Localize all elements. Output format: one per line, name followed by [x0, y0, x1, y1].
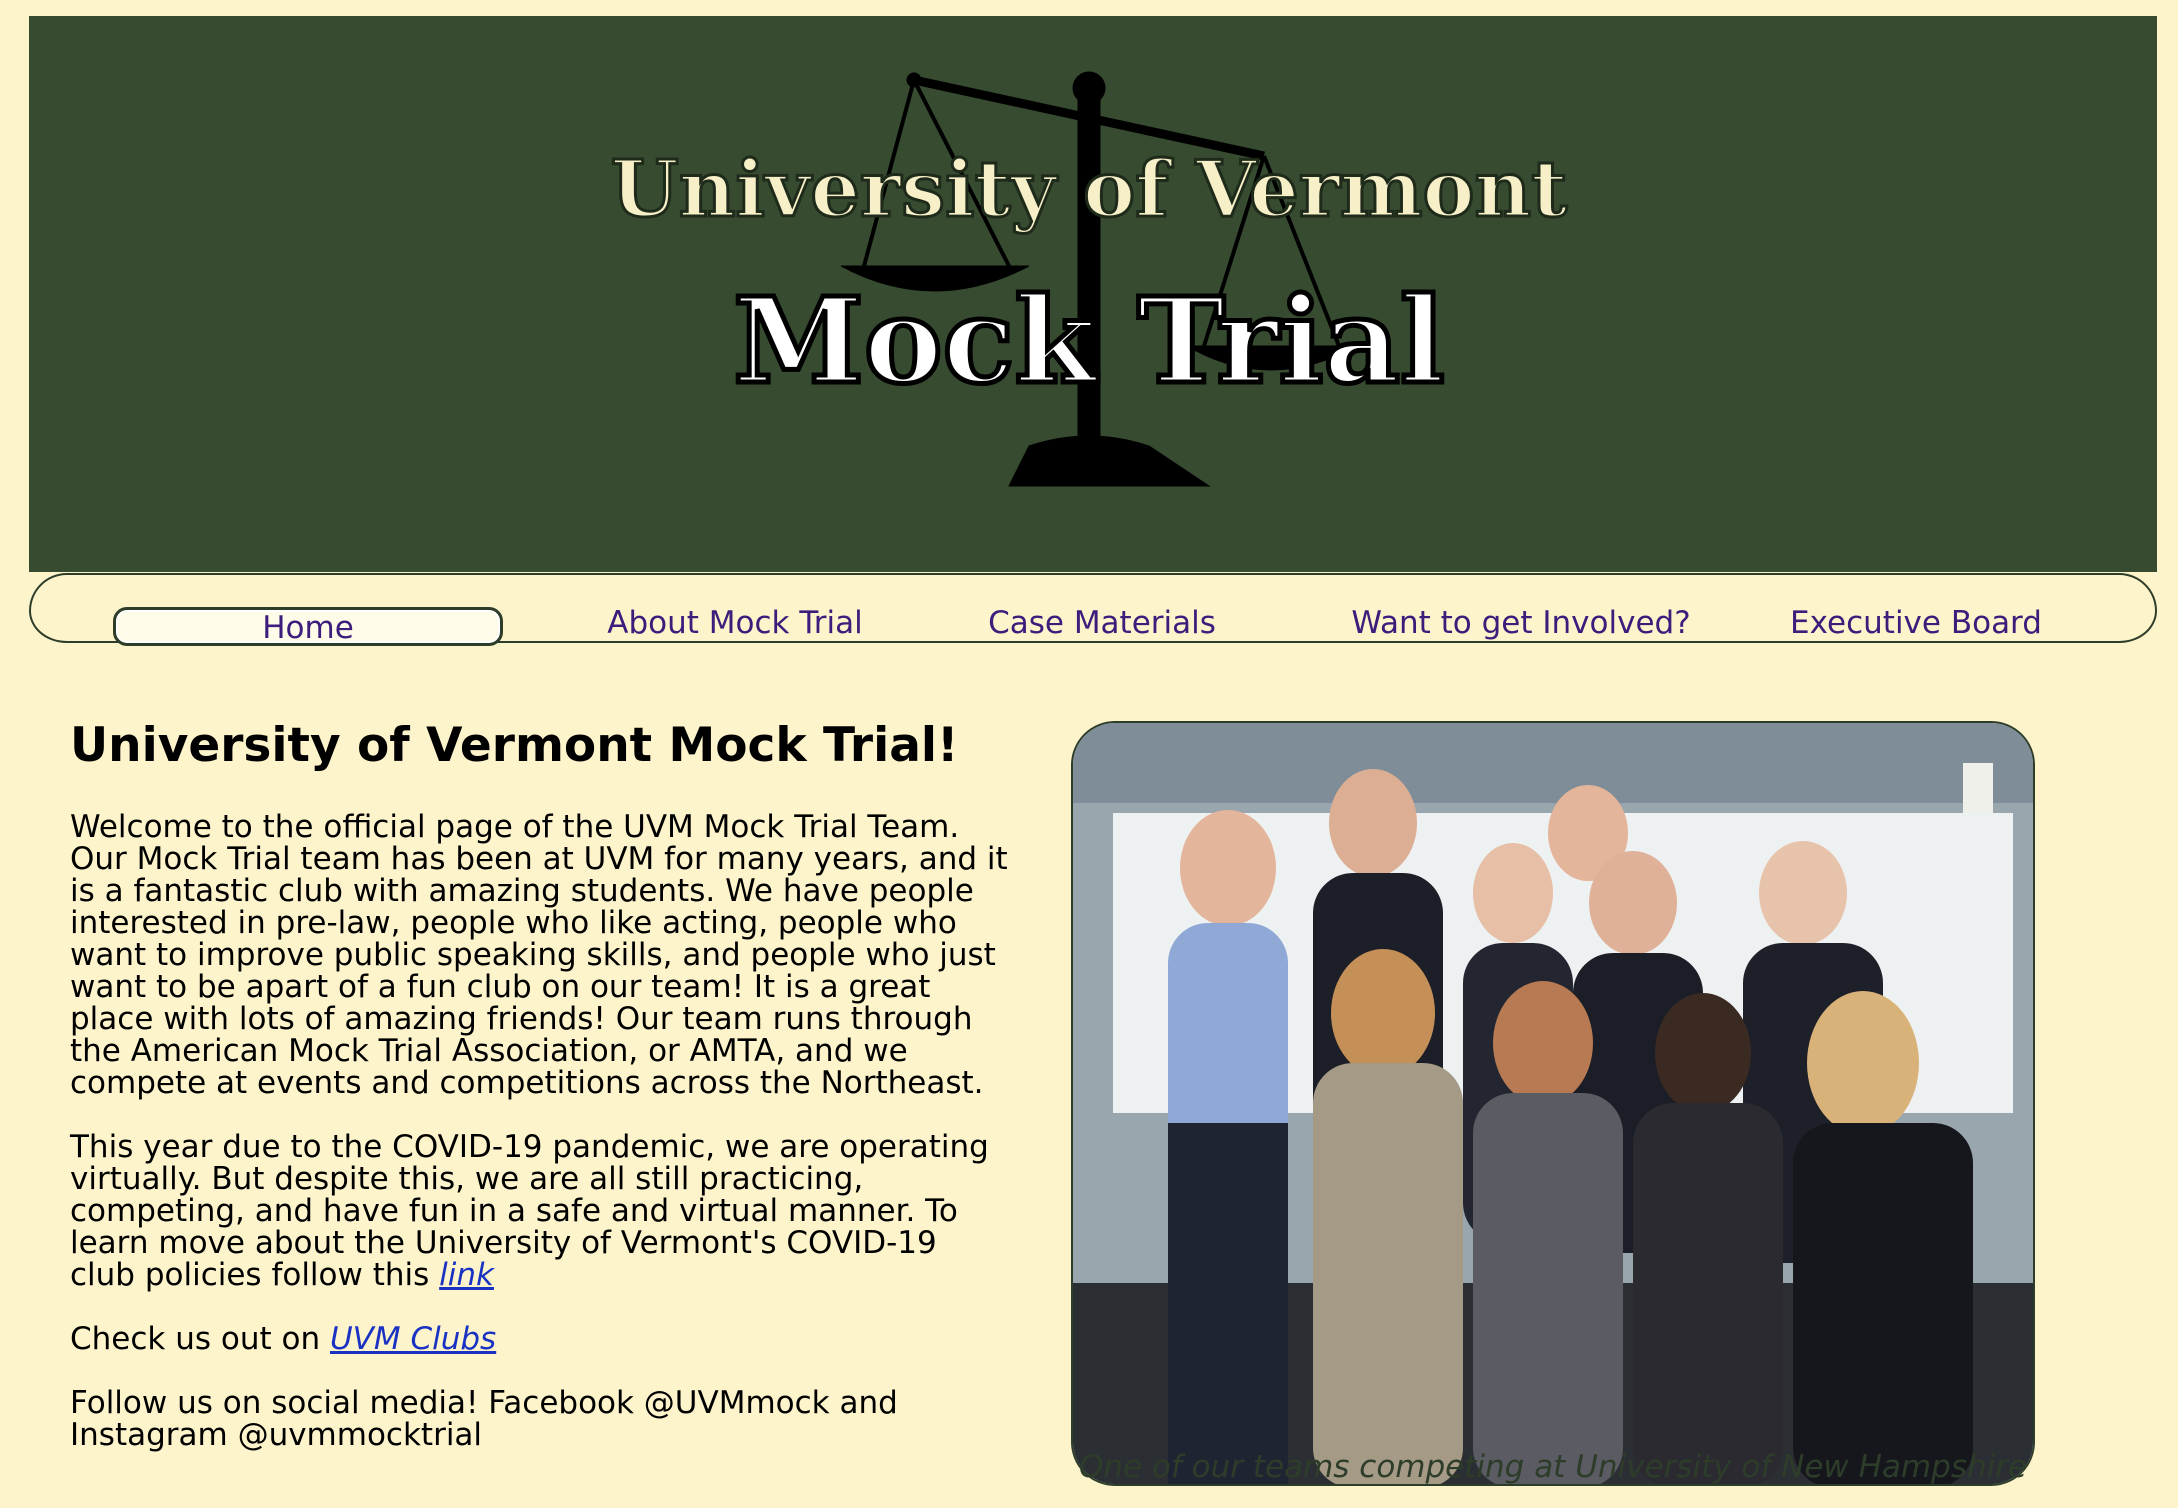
covid-text: This year due to the COVID-19 pandemic, …: [70, 1129, 989, 1293]
uvm-clubs-link[interactable]: UVM Clubs: [330, 1321, 496, 1357]
nav-about-mock-trial[interactable]: About Mock Trial: [585, 605, 885, 641]
social-paragraph: Follow us on social media! Facebook @UVM…: [70, 1385, 898, 1453]
team-photo-image: [1073, 723, 2033, 1484]
nav-home[interactable]: Home: [113, 607, 503, 646]
nav-case-materials[interactable]: Case Materials: [982, 605, 1222, 641]
banner-line2: Mock Trial: [733, 271, 1445, 410]
page-title: University of Vermont Mock Trial!: [70, 718, 959, 773]
clubs-prefix: Check us out on: [70, 1321, 321, 1357]
main-content: University of Vermont Mock Trial! Welcom…: [70, 715, 1010, 1483]
scales-of-justice-logo: University of Vermont Mock Trial: [609, 71, 1569, 487]
banner-line1: University of Vermont: [611, 144, 1568, 235]
intro-paragraph: Welcome to the official page of the UVM …: [70, 809, 1008, 1101]
photo-caption: One of our teams competing at University…: [1078, 1449, 2028, 1485]
main-nav: Home About Mock Trial Case Materials Wan…: [29, 573, 2157, 646]
nav-executive-board[interactable]: Executive Board: [1771, 605, 2061, 641]
team-photo: [1071, 721, 2035, 1486]
covid-policy-link[interactable]: link: [439, 1257, 494, 1293]
clubs-paragraph: Check us out on UVM Clubs: [70, 1323, 1010, 1355]
covid-paragraph: This year due to the COVID-19 pandemic, …: [70, 1131, 1010, 1291]
site-banner: University of Vermont Mock Trial: [29, 16, 2157, 572]
nav-get-involved[interactable]: Want to get Involved?: [1331, 605, 1711, 641]
